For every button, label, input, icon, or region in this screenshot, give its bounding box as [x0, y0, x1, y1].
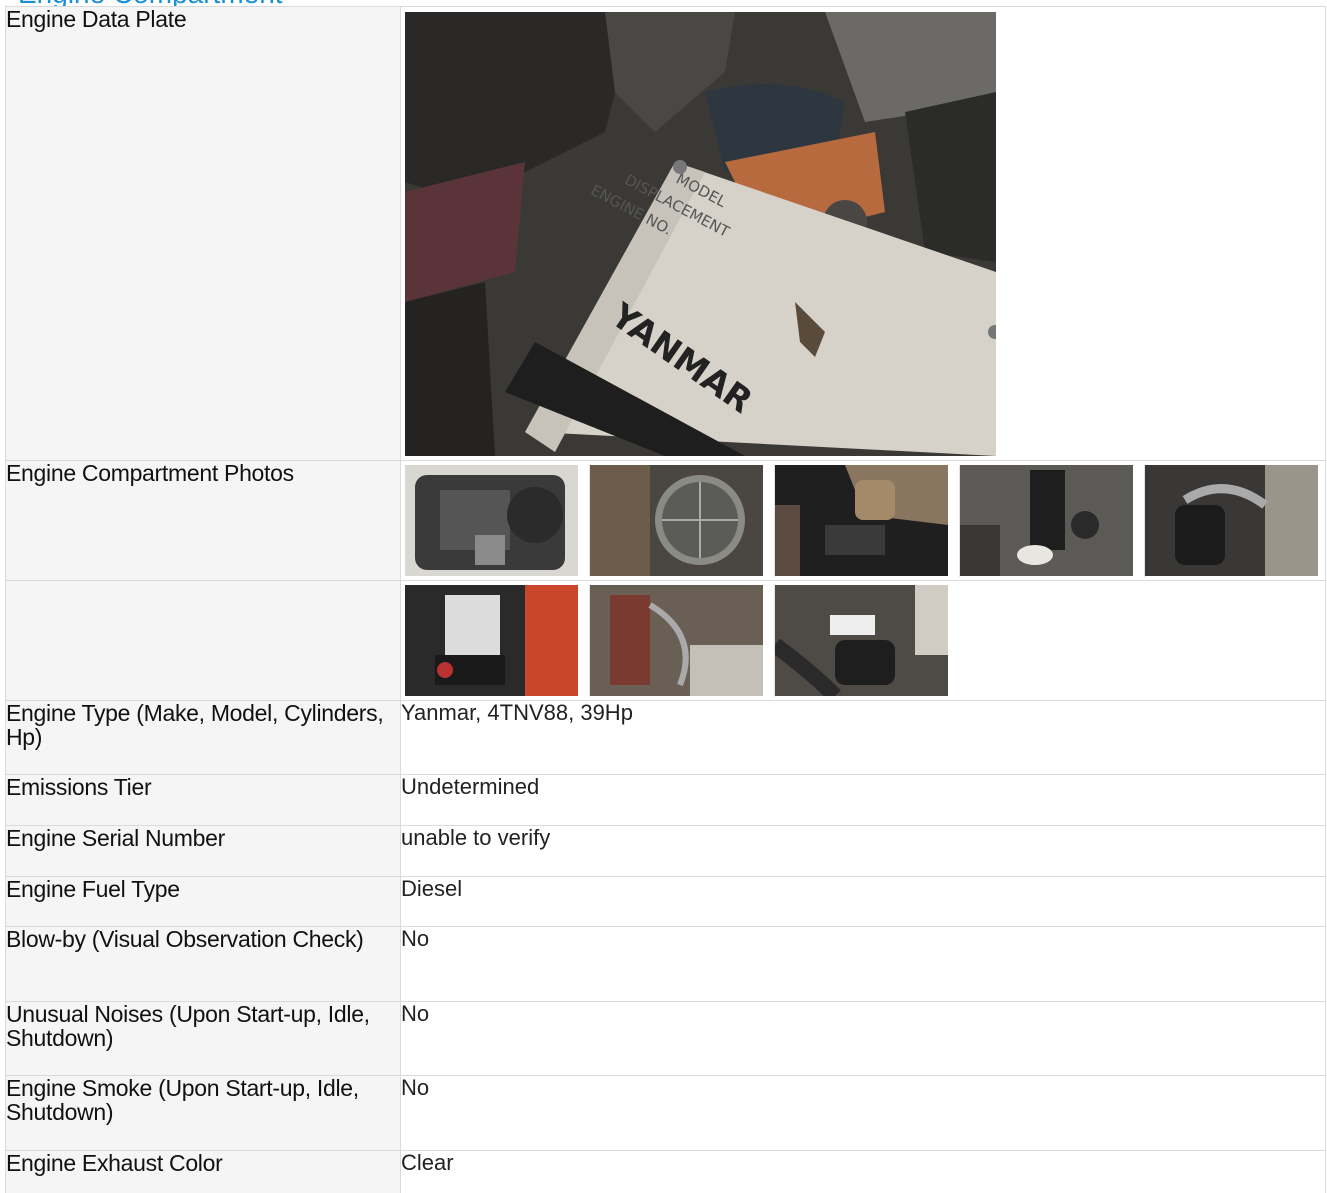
table-row-emissions-tier: Emissions Tier Undetermined	[5, 774, 1326, 826]
compartment-photos-cell-2	[400, 580, 1326, 701]
thumbnail-slot	[405, 465, 590, 577]
table-row-fuel-type: Engine Fuel Type Diesel	[5, 876, 1326, 927]
row-label-empty	[5, 580, 401, 701]
table-row-compartment-photos: Engine Compartment Photos	[5, 460, 1326, 581]
compartment-photos-cell	[400, 460, 1326, 581]
engine-data-plate-photo[interactable]: MODEL DISPLACEMENT ENGINE NO. YANMAR	[405, 12, 996, 456]
engine-photo-thumbnail[interactable]	[1145, 465, 1318, 576]
data-plate-photo-cell: MODEL DISPLACEMENT ENGINE NO. YANMAR	[400, 6, 1326, 461]
table-row-exhaust-color: Engine Exhaust Color Clear	[5, 1150, 1326, 1193]
table-row-serial-number: Engine Serial Number unable to verify	[5, 825, 1326, 877]
engine-photo-thumbnail[interactable]	[775, 585, 948, 696]
thumbnail-row	[401, 581, 1325, 700]
row-value: No	[400, 926, 1326, 1002]
engine-photo-thumbnail[interactable]	[405, 465, 578, 576]
thumbnail-slot	[960, 465, 1145, 577]
row-label: Unusual Noises (Upon Start-up, Idle, Shu…	[5, 1001, 401, 1076]
engine-photo-thumbnail[interactable]	[590, 585, 763, 696]
row-label: Engine Exhaust Color	[5, 1150, 401, 1193]
engine-photo-thumbnail[interactable]	[960, 465, 1133, 576]
thumbnail-slot	[1145, 465, 1327, 577]
row-value: Diesel	[400, 876, 1326, 927]
row-value: unable to verify	[400, 825, 1326, 877]
row-value: Clear	[400, 1150, 1326, 1193]
row-label: Engine Serial Number	[5, 825, 401, 877]
table-row-unusual-noises: Unusual Noises (Upon Start-up, Idle, Shu…	[5, 1001, 1326, 1076]
engine-inspection-page: Engine Compartment Engine Data Plate	[0, 0, 1327, 1193]
engine-photo-thumbnail[interactable]	[775, 465, 948, 576]
table-row-engine-smoke: Engine Smoke (Upon Start-up, Idle, Shutd…	[5, 1075, 1326, 1151]
thumbnail-slot	[590, 465, 775, 577]
thumbnail-slot	[775, 585, 960, 697]
row-label: Engine Smoke (Upon Start-up, Idle, Shutd…	[5, 1075, 401, 1151]
row-value: Yanmar, 4TNV88, 39Hp	[400, 700, 1326, 775]
table-row-compartment-photos-2	[5, 580, 1326, 701]
row-label: Engine Type (Make, Model, Cylinders, Hp)	[5, 700, 401, 775]
row-label: Engine Fuel Type	[5, 876, 401, 927]
row-label: Engine Compartment Photos	[5, 460, 401, 581]
table-row-blow-by: Blow-by (Visual Observation Check) No	[5, 926, 1326, 1002]
thumbnail-slot	[405, 585, 590, 697]
row-label: Emissions Tier	[5, 774, 401, 826]
engine-photo-thumbnail[interactable]	[590, 465, 763, 576]
engine-inspection-table: Engine Data Plate MODEL DISPLACEMENT ENG…	[5, 6, 1326, 1193]
thumbnail-slot	[775, 465, 960, 577]
table-row-engine-type: Engine Type (Make, Model, Cylinders, Hp)…	[5, 700, 1326, 775]
engine-photo-thumbnail[interactable]	[405, 585, 578, 696]
thumbnail-row	[401, 461, 1325, 580]
row-label: Engine Data Plate	[5, 6, 401, 461]
row-value: Undetermined	[400, 774, 1326, 826]
row-value: No	[400, 1001, 1326, 1076]
data-plate-image: MODEL DISPLACEMENT ENGINE NO. YANMAR	[405, 12, 996, 456]
row-value: No	[400, 1075, 1326, 1151]
row-label: Blow-by (Visual Observation Check)	[5, 926, 401, 1002]
thumbnail-slot	[590, 585, 775, 697]
table-row-data-plate: Engine Data Plate MODEL DISPLACEMENT ENG…	[5, 6, 1326, 461]
